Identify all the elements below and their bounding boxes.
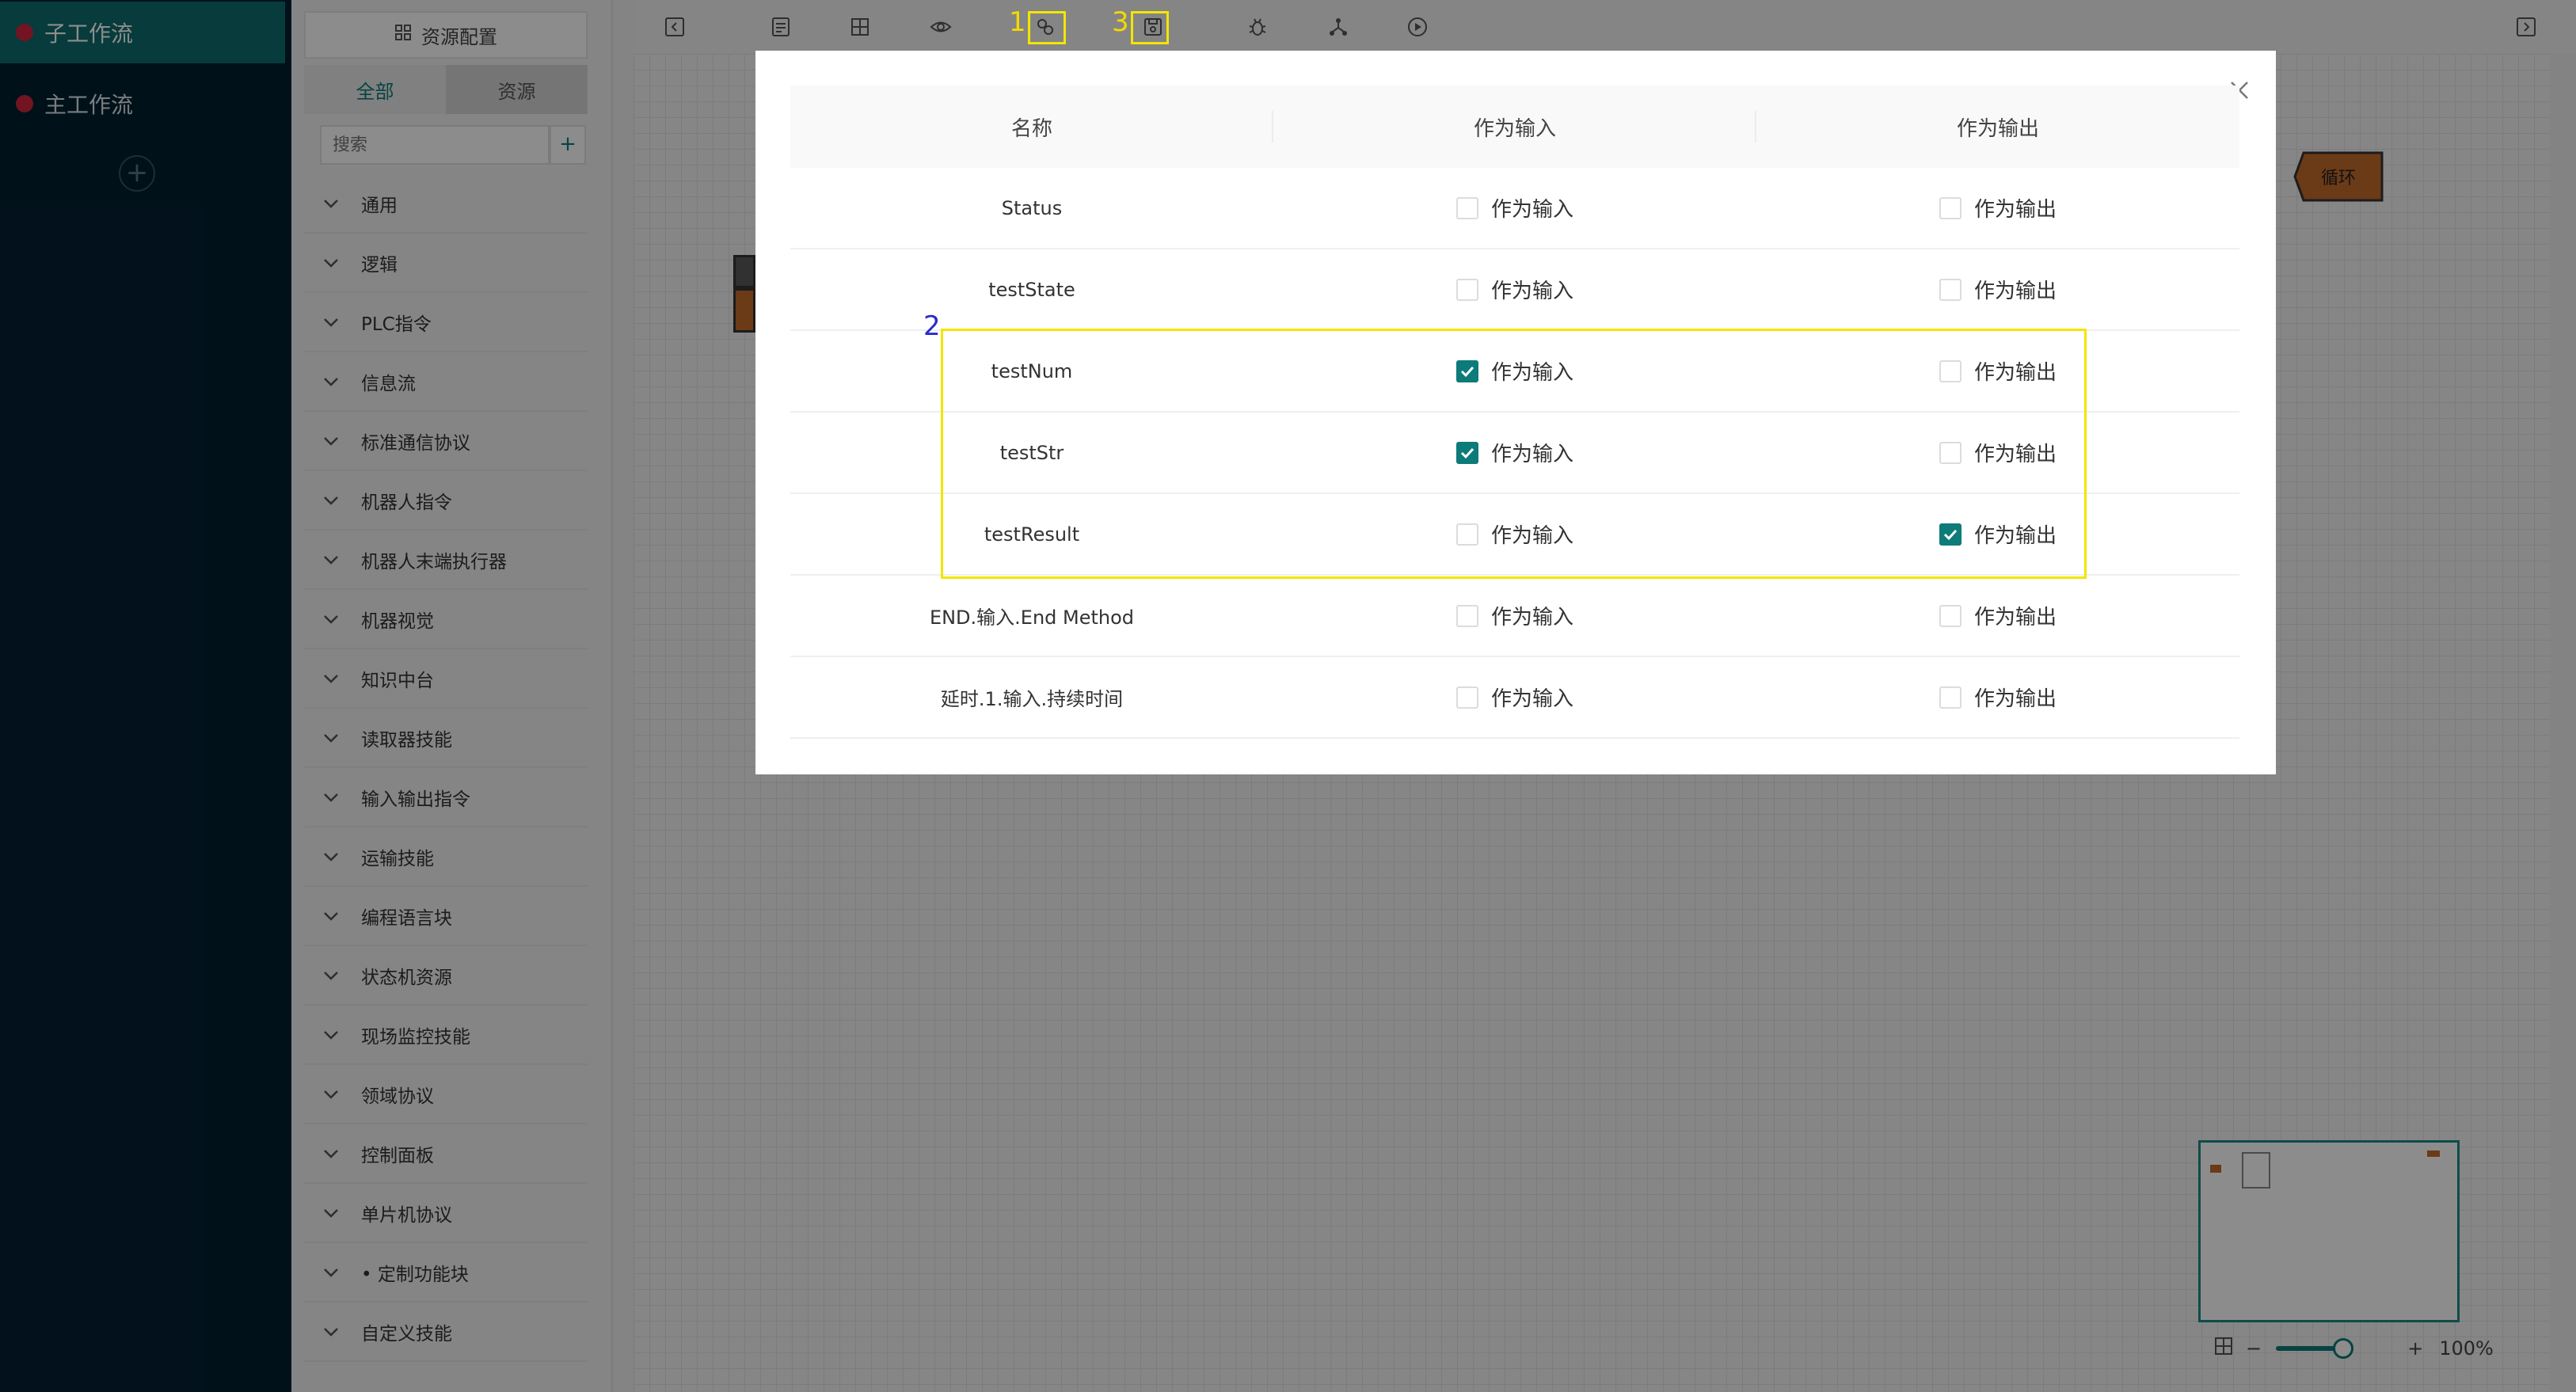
output-cell: 作为输出	[1756, 657, 2239, 737]
input-cell: 作为输入	[1273, 168, 1756, 248]
checkbox-empty-icon[interactable]	[1939, 604, 1961, 627]
checkbox-label: 作为输入	[1490, 687, 1573, 711]
checkbox-empty-icon[interactable]	[1455, 604, 1478, 627]
as-input-checkbox[interactable]: 作为输入	[1455, 683, 1573, 712]
as-input-checkbox[interactable]: 作为输入	[1455, 601, 1573, 630]
annotation-number-1: 1	[1009, 6, 1026, 38]
variable-name: END.输入.End Method	[929, 607, 1135, 629]
as-output-checkbox[interactable]: 作为输出	[1939, 683, 2057, 712]
checkbox-label: 作为输出	[1973, 198, 2057, 222]
variable-name: Status	[1001, 196, 1063, 219]
as-input-checkbox[interactable]: 作为输入	[1455, 275, 1573, 304]
checkbox-label: 作为输入	[1490, 198, 1573, 222]
annotation-box-1	[1028, 11, 1066, 44]
table-header: 名称 作为输入 作为输出	[790, 86, 2239, 168]
checkbox-label: 作为输入	[1490, 606, 1573, 629]
as-output-checkbox[interactable]: 作为输出	[1939, 275, 2057, 304]
checkbox-label: 作为输出	[1973, 606, 2057, 629]
table-row: 延时.1.输入.持续时间 作为输入 作为输出	[790, 657, 2239, 739]
input-cell: 作为输入	[1273, 657, 1756, 737]
output-cell: 作为输出	[1756, 576, 2239, 656]
table-row: testState 作为输入 作为输出	[790, 249, 2239, 331]
as-output-checkbox[interactable]: 作为输出	[1939, 193, 2057, 222]
checkbox-label: 作为输入	[1490, 280, 1573, 303]
checkbox-empty-icon[interactable]	[1455, 196, 1478, 219]
checkbox-label: 作为输出	[1973, 280, 2057, 303]
checkbox-empty-icon[interactable]	[1939, 686, 1961, 709]
table-row: Status 作为输入 作为输出	[790, 168, 2239, 249]
output-cell: 作为输出	[1756, 168, 2239, 248]
checkbox-empty-icon[interactable]	[1939, 196, 1961, 219]
checkbox-empty-icon[interactable]	[1939, 278, 1961, 301]
output-cell: 作为输出	[1756, 249, 2239, 329]
annotation-box-3	[1131, 11, 1169, 44]
variable-name: 延时.1.输入.持续时间	[940, 688, 1124, 710]
variable-name: testState	[988, 278, 1075, 301]
checkbox-empty-icon[interactable]	[1455, 278, 1478, 301]
column-header-name: 名称	[790, 86, 1273, 168]
input-cell: 作为输入	[1273, 576, 1756, 656]
input-cell: 作为输入	[1273, 249, 1756, 329]
as-output-checkbox[interactable]: 作为输出	[1939, 601, 2057, 630]
column-header-input: 作为输入	[1273, 86, 1756, 168]
table-row: END.输入.End Method 作为输入 作为输出	[790, 576, 2239, 657]
annotation-number-2: 2	[923, 310, 941, 342]
annotation-box-2	[941, 329, 2087, 579]
checkbox-label: 作为输出	[1973, 687, 2057, 711]
checkbox-empty-icon[interactable]	[1455, 686, 1478, 709]
as-input-checkbox[interactable]: 作为输入	[1455, 193, 1573, 222]
column-header-output: 作为输出	[1956, 116, 2039, 141]
annotation-number-3: 3	[1112, 6, 1129, 38]
